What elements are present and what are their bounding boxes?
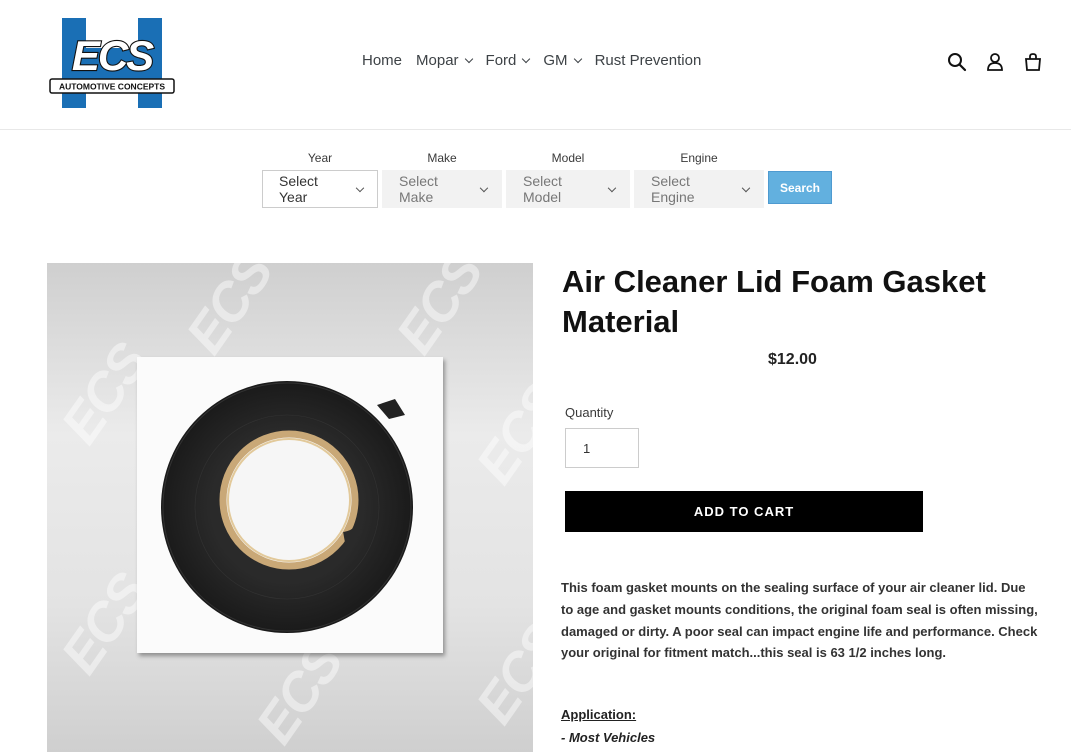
chevron-down-icon bbox=[480, 183, 489, 192]
nav-ford[interactable]: Ford bbox=[479, 52, 537, 69]
nav-rust-prevention[interactable]: Rust Prevention bbox=[588, 52, 709, 69]
cart-icon[interactable] bbox=[1023, 52, 1043, 72]
header-icons bbox=[947, 52, 1043, 72]
make-label: Make bbox=[427, 151, 457, 165]
watermark: ECS bbox=[464, 373, 533, 495]
product-description: This foam gasket mounts on the sealing s… bbox=[561, 580, 1038, 661]
engine-filter: Engine Select Engine bbox=[634, 150, 764, 208]
make-select[interactable]: Select Make bbox=[382, 170, 502, 208]
watermark: ECS bbox=[174, 263, 285, 365]
application-heading: Application: bbox=[561, 707, 637, 722]
product-photo-card bbox=[137, 357, 443, 653]
account-icon[interactable] bbox=[985, 52, 1005, 72]
vehicle-filter: Year Select Year Make Select Make Model … bbox=[262, 150, 832, 208]
search-icon[interactable] bbox=[947, 52, 967, 72]
filter-search-button[interactable]: Search bbox=[768, 171, 832, 204]
svg-text:ECS: ECS bbox=[72, 32, 154, 79]
model-label: Model bbox=[551, 151, 585, 165]
nav-mopar[interactable]: Mopar bbox=[409, 52, 479, 69]
product-title: Air Cleaner Lid Foam Gasket Material bbox=[562, 264, 986, 339]
engine-select[interactable]: Select Engine bbox=[634, 170, 764, 208]
chevron-down-icon bbox=[607, 183, 617, 192]
svg-text:AUTOMOTIVE CONCEPTS: AUTOMOTIVE CONCEPTS bbox=[59, 82, 165, 92]
nav-home[interactable]: Home bbox=[355, 52, 409, 69]
site-logo[interactable]: ECS AUTOMOTIVE CONCEPTS bbox=[48, 18, 176, 108]
chevron-down-icon bbox=[355, 183, 365, 192]
chevron-down-icon bbox=[741, 183, 751, 192]
application-item: - Most Vehicles bbox=[561, 730, 656, 745]
quantity-input[interactable]: 1 bbox=[565, 428, 639, 468]
main-nav: Home Mopar Ford GM Rust Prevention bbox=[355, 52, 708, 69]
site-header: ECS AUTOMOTIVE CONCEPTS Home Mopar Ford … bbox=[0, 0, 1071, 130]
quantity-label: Quantity bbox=[565, 405, 614, 420]
year-select[interactable]: Select Year bbox=[262, 170, 378, 208]
chevron-down-icon bbox=[522, 54, 531, 64]
engine-label: Engine bbox=[680, 151, 718, 165]
product-price: $12.00 bbox=[768, 351, 817, 368]
add-to-cart-button[interactable]: ADD TO CART bbox=[565, 491, 923, 532]
nav-gm[interactable]: GM bbox=[536, 52, 587, 69]
foam-roll-illustration bbox=[161, 381, 413, 633]
chevron-down-icon bbox=[573, 54, 582, 64]
watermark: ECS bbox=[384, 263, 495, 365]
year-label: Year bbox=[307, 151, 333, 165]
model-filter: Model Select Model bbox=[506, 150, 630, 208]
year-filter: Year Select Year bbox=[262, 150, 378, 208]
product-image[interactable]: ECS ECS ECS ECS ECS ECS ECS bbox=[47, 263, 533, 752]
model-select[interactable]: Select Model bbox=[506, 170, 630, 208]
make-filter: Make Select Make bbox=[382, 150, 502, 208]
watermark: ECS bbox=[464, 613, 533, 735]
chevron-down-icon bbox=[464, 54, 473, 64]
